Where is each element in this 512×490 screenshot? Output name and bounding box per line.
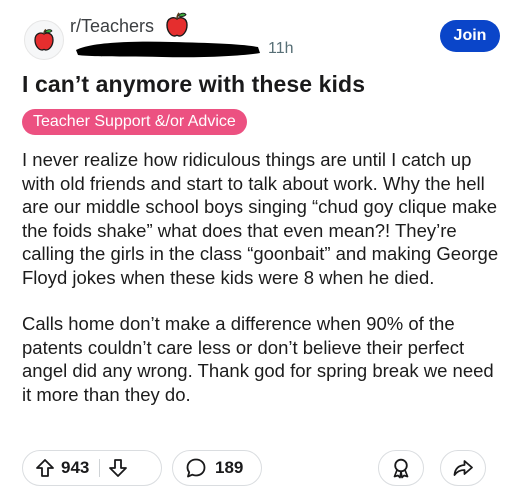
speech-bubble-icon (185, 457, 207, 479)
post-time: 11h (268, 40, 294, 57)
subreddit-name[interactable]: r/Teachers (70, 16, 154, 37)
apple-emoji-icon (166, 12, 188, 37)
downvote-button[interactable] (108, 458, 128, 478)
vote-divider (99, 459, 101, 477)
post-header: r/Teachers 11h Join (0, 0, 512, 66)
redacted-username (76, 41, 260, 58)
arrow-up-icon (36, 459, 54, 477)
post-body: I never realize how ridiculous things ar… (22, 148, 502, 429)
post-actions: 943 189 (0, 450, 512, 488)
comments-button[interactable]: 189 (172, 450, 262, 486)
upvote-button[interactable] (35, 458, 55, 478)
post-paragraph: I never realize how ridiculous things ar… (22, 149, 499, 288)
post-paragraph: Calls home don’t make a difference when … (22, 313, 494, 405)
post-title[interactable]: I can’t anymore with these kids (22, 71, 365, 98)
post-flair[interactable]: Teacher Support &/or Advice (22, 109, 247, 135)
upvote-count: 943 (61, 458, 90, 477)
subreddit-avatar[interactable] (24, 20, 64, 60)
join-button[interactable]: Join (440, 20, 500, 52)
vote-control: 943 (22, 450, 162, 486)
apple-icon (34, 28, 54, 51)
comment-count: 189 (215, 458, 244, 477)
award-button[interactable] (378, 450, 424, 486)
arrow-down-icon (109, 459, 128, 477)
share-button[interactable] (440, 450, 486, 486)
award-icon (393, 458, 409, 479)
share-icon (453, 460, 473, 476)
